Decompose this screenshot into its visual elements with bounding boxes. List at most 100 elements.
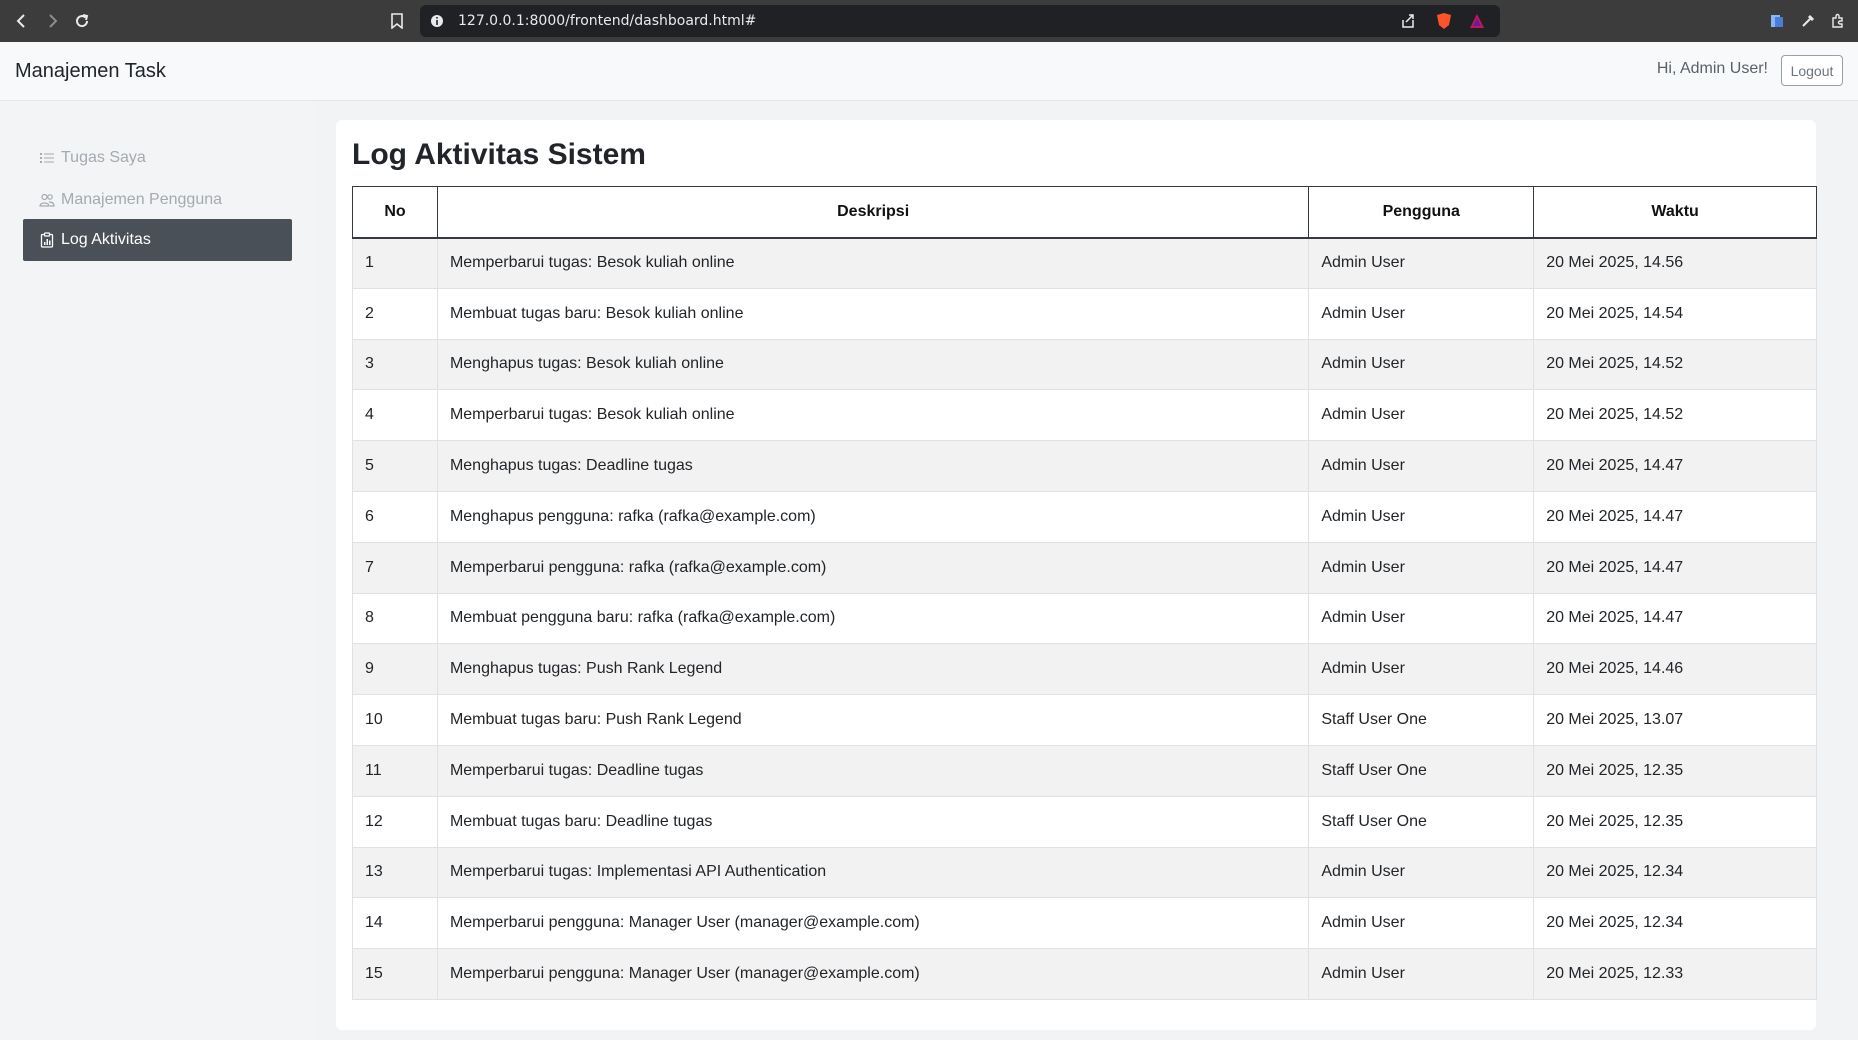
table-row: 11 Memperbarui tugas: Deadline tugas Staff… <box>352 745 1817 797</box>
cell-waktu: 20 Mei 2025, 14.52 <box>1533 339 1817 391</box>
column-header-pengguna: Pengguna <box>1308 186 1535 239</box>
sidebar: Tugas Saya Manajemen Pengguna Log Aktivi… <box>0 101 318 1040</box>
eyedropper-icon[interactable] <box>1799 12 1817 30</box>
cell-no: 12 <box>352 796 438 848</box>
table-header-row: No Deskripsi Pengguna Waktu <box>352 186 1817 239</box>
sidebar-item-label: Tugas Saya <box>61 149 146 166</box>
cell-pengguna: Admin User <box>1308 643 1535 696</box>
share-icon[interactable] <box>1400 13 1416 29</box>
table-row: 3 Menghapus tugas: Besok kuliah online Adm… <box>352 339 1817 391</box>
sidebar-item-tugas-saya[interactable]: Tugas Saya <box>23 137 292 179</box>
table-row: 5 Menghapus tugas: Deadline tugas Admin Us… <box>352 440 1817 492</box>
browser-toolbar: 127.0.0.1:8000/frontend/dashboard.html# <box>0 0 1858 42</box>
brave-rewards-icon[interactable] <box>1468 12 1486 30</box>
cell-waktu: 20 Mei 2025, 14.47 <box>1533 491 1817 543</box>
cell-deskripsi: Membuat tugas baru: Deadline tugas <box>437 796 1310 848</box>
sidebar-item-log-aktivitas[interactable]: Log Aktivitas <box>23 219 292 261</box>
sidebar-item-label: Log Aktivitas <box>61 231 151 248</box>
table-row: 6 Menghapus pengguna: rafka (rafka@exampl… <box>352 491 1817 543</box>
cell-no: 7 <box>352 542 438 594</box>
cell-pengguna: Admin User <box>1308 389 1535 442</box>
cell-deskripsi: Membuat pengguna baru: rafka (rafka@exam… <box>437 593 1310 645</box>
address-bar[interactable]: 127.0.0.1:8000/frontend/dashboard.html# <box>420 5 1500 37</box>
user-greeting: Hi, Admin User! <box>1656 60 1768 77</box>
forward-icon[interactable] <box>40 9 64 33</box>
site-info-icon[interactable] <box>430 14 444 28</box>
cell-deskripsi: Menghapus tugas: Push Rank Legend <box>437 643 1310 696</box>
cell-no: 8 <box>352 593 438 645</box>
cell-pengguna: Admin User <box>1308 288 1535 340</box>
cell-no: 1 <box>352 237 438 289</box>
cell-no: 15 <box>352 948 438 1000</box>
cell-deskripsi: Memperbarui tugas: Implementasi API Auth… <box>437 847 1310 899</box>
cell-waktu: 20 Mei 2025, 12.34 <box>1533 847 1817 899</box>
cell-waktu: 20 Mei 2025, 14.47 <box>1533 542 1817 594</box>
cell-deskripsi: Membuat tugas baru: Besok kuliah online <box>437 288 1310 340</box>
cell-no: 9 <box>352 643 438 696</box>
column-header-no: No <box>352 186 438 239</box>
activity-log-card: Log Aktivitas Sistem No Deskripsi Penggu… <box>336 120 1817 1030</box>
cell-pengguna: Admin User <box>1308 593 1535 645</box>
cell-no: 11 <box>352 745 438 797</box>
cell-deskripsi: Memperbarui pengguna: Manager User (mana… <box>437 948 1310 1000</box>
sidebar-item-manajemen-pengguna[interactable]: Manajemen Pengguna <box>23 179 292 221</box>
cell-pengguna: Admin User <box>1308 948 1535 1000</box>
cell-deskripsi: Memperbarui tugas: Deadline tugas <box>437 745 1310 797</box>
logout-button[interactable]: Logout <box>1781 55 1843 86</box>
cell-deskripsi: Memperbarui pengguna: rafka (rafka@examp… <box>437 542 1310 594</box>
cell-waktu: 20 Mei 2025, 13.07 <box>1533 694 1817 746</box>
table-row: 4 Memperbarui tugas: Besok kuliah online A… <box>352 389 1817 442</box>
cell-no: 3 <box>352 339 438 391</box>
cell-deskripsi: Menghapus pengguna: rafka (rafka@example… <box>437 491 1310 543</box>
cell-no: 10 <box>352 694 438 746</box>
users-icon <box>39 192 55 208</box>
cell-waktu: 20 Mei 2025, 12.34 <box>1533 897 1817 950</box>
brand-title[interactable]: Manajemen Task <box>15 60 166 83</box>
back-icon[interactable] <box>10 9 34 33</box>
url-text: 127.0.0.1:8000/frontend/dashboard.html# <box>458 13 757 29</box>
cell-waktu: 20 Mei 2025, 14.54 <box>1533 288 1817 340</box>
table-row: 9 Menghapus tugas: Push Rank Legend Admin … <box>352 643 1817 696</box>
column-header-waktu: Waktu <box>1533 186 1817 239</box>
page-title: Log Aktivitas Sistem <box>352 138 646 171</box>
cell-no: 13 <box>352 847 438 899</box>
cell-pengguna: Admin User <box>1308 542 1535 594</box>
cell-deskripsi: Memperbarui tugas: Besok kuliah online <box>437 389 1310 442</box>
cell-pengguna: Admin User <box>1308 339 1535 391</box>
table-row: 8 Membuat pengguna baru: rafka (rafka@exa… <box>352 593 1817 645</box>
brave-shield-icon[interactable] <box>1435 11 1453 31</box>
table-row: 10 Membuat tugas baru: Push Rank Legend St… <box>352 694 1817 746</box>
cell-deskripsi: Membuat tugas baru: Push Rank Legend <box>437 694 1310 746</box>
table-row: 15 Memperbarui pengguna: Manager User (ma… <box>352 948 1817 1000</box>
cell-pengguna: Staff User One <box>1308 796 1535 848</box>
table-row: 1 Memperbarui tugas: Besok kuliah online A… <box>352 237 1817 289</box>
cell-waktu: 20 Mei 2025, 14.47 <box>1533 593 1817 645</box>
cell-waktu: 20 Mei 2025, 14.56 <box>1533 237 1817 289</box>
cell-pengguna: Admin User <box>1308 237 1535 289</box>
cell-no: 14 <box>352 897 438 950</box>
column-header-deskripsi: Deskripsi <box>436 186 1310 239</box>
extensions-icon[interactable] <box>1829 12 1847 30</box>
cell-waktu: 20 Mei 2025, 14.46 <box>1533 643 1817 696</box>
cell-pengguna: Admin User <box>1308 897 1535 950</box>
cell-pengguna: Admin User <box>1308 491 1535 543</box>
cell-no: 2 <box>352 288 438 340</box>
list-icon <box>39 150 55 166</box>
cell-deskripsi: Menghapus tugas: Besok kuliah online <box>437 339 1310 391</box>
app-navbar: Manajemen Task Hi, Admin User! Logout <box>0 42 1858 101</box>
cell-pengguna: Admin User <box>1308 440 1535 492</box>
table-row: 14 Memperbarui pengguna: Manager User (ma… <box>352 897 1817 950</box>
reading-list-icon[interactable] <box>1768 12 1786 30</box>
cell-waktu: 20 Mei 2025, 14.52 <box>1533 389 1817 442</box>
cell-pengguna: Staff User One <box>1308 694 1535 746</box>
table-row: 2 Membuat tugas baru: Besok kuliah online… <box>352 288 1817 340</box>
clipboard-data-icon <box>39 232 55 248</box>
reload-icon[interactable] <box>70 9 94 33</box>
bookmark-icon[interactable] <box>388 12 406 30</box>
cell-pengguna: Staff User One <box>1308 745 1535 797</box>
cell-pengguna: Admin User <box>1308 847 1535 899</box>
cell-no: 4 <box>352 389 438 442</box>
cell-deskripsi: Memperbarui tugas: Besok kuliah online <box>437 237 1310 289</box>
cell-no: 5 <box>352 440 438 492</box>
cell-no: 6 <box>352 491 438 543</box>
